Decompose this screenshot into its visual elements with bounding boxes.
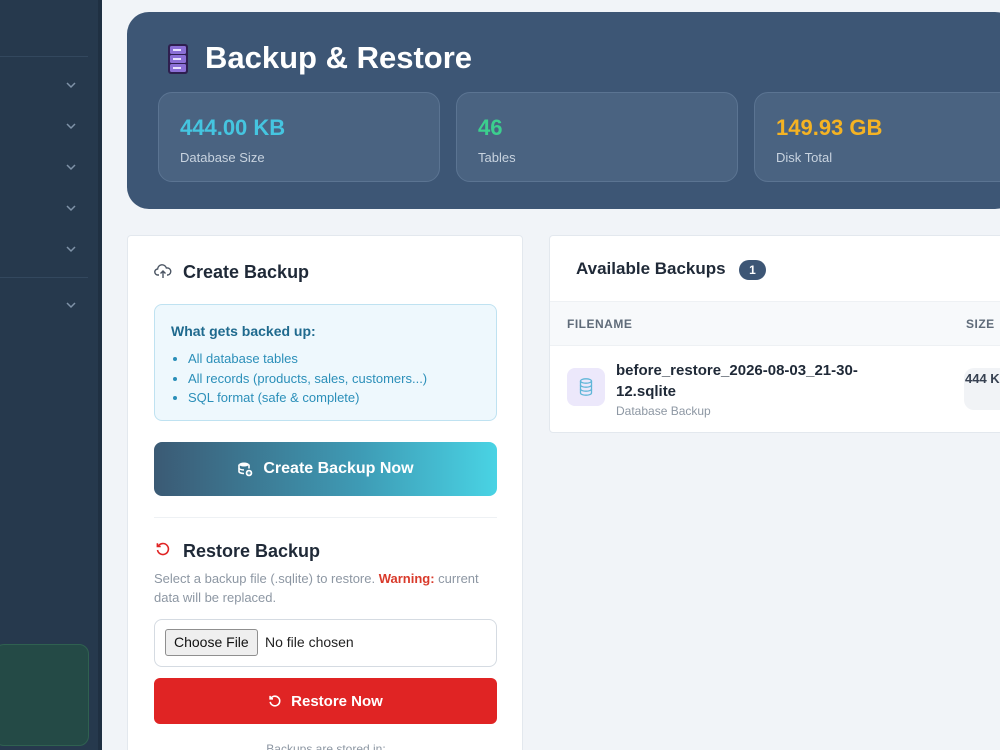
restore-description: Select a backup file (.sqlite) to restor… [154, 569, 500, 607]
page-title: Backup & Restore [205, 40, 473, 75]
stat-card-tables: 46 Tables [456, 92, 738, 182]
sidebar-divider [0, 56, 88, 57]
backup-actions-card: Create Backup What gets backed up: All d… [127, 235, 523, 750]
backup-size: 444 KB [964, 368, 1000, 410]
stat-value: 46 [478, 115, 503, 140]
chevron-down-icon[interactable] [64, 298, 78, 312]
file-icon-wrapper [567, 368, 605, 406]
cloud-upload-icon [154, 264, 172, 278]
restore-backup-title: Restore Backup [183, 541, 321, 561]
sidebar-divider [0, 277, 88, 278]
column-header-filename[interactable]: FILENAME [567, 317, 632, 331]
backup-type: Database Backup [616, 404, 711, 418]
database-add-icon [238, 462, 253, 477]
backup-file-input[interactable]: Choose File No file chosen [154, 619, 497, 667]
section-divider [154, 517, 497, 518]
chevron-down-icon[interactable] [64, 119, 78, 133]
chevron-down-icon[interactable] [64, 160, 78, 174]
create-backup-button[interactable]: Create Backup Now [154, 442, 497, 496]
page-header: Backup & Restore 444.00 KB Database Size… [127, 12, 1000, 209]
available-backups-title: Available Backups [576, 259, 726, 278]
restore-now-button[interactable]: Restore Now [154, 678, 497, 724]
restore-warning-label: Warning: [378, 571, 435, 586]
backup-filename: before_restore_2026-08-03_21-30-12.sqlit… [616, 362, 858, 400]
storage-location-note: Backups are stored in: [266, 742, 386, 750]
table-row[interactable]: before_restore_2026-08-03_21-30-12.sqlit… [550, 346, 1000, 434]
column-header-size[interactable]: SIZE [966, 317, 995, 331]
info-list: All database tables All records (product… [188, 349, 427, 408]
create-backup-title: Create Backup [183, 262, 310, 282]
sidebar-edge [98, 0, 102, 750]
restore-icon [156, 542, 170, 556]
chevron-down-icon[interactable] [64, 242, 78, 256]
chevron-down-icon[interactable] [64, 78, 78, 92]
stat-label: Disk Total [776, 150, 833, 165]
restore-desc-text: Select a backup file (.sqlite) to restor… [154, 571, 379, 586]
stat-card-database-size: 444.00 KB Database Size [158, 92, 440, 182]
restore-now-label: Restore Now [291, 692, 383, 710]
info-list-item: All database tables [188, 349, 427, 369]
stat-value: 149.93 GB [776, 115, 883, 140]
file-status-text: No file chosen [265, 634, 354, 650]
stat-label: Database Size [180, 150, 265, 165]
restore-icon [269, 695, 281, 707]
server-icon [168, 44, 188, 74]
backup-count-badge: 1 [739, 260, 766, 280]
sidebar-status-panel [0, 644, 89, 746]
info-list-item: All records (products, sales, customers.… [188, 369, 427, 389]
available-backups-card: Available Backups 1 FILENAME SIZE before… [549, 235, 1000, 433]
stat-card-disk-total: 149.93 GB Disk Total [754, 92, 1000, 182]
table-header: FILENAME SIZE [550, 301, 1000, 346]
sidebar [0, 0, 102, 750]
info-box-title: What gets backed up: [171, 323, 316, 339]
choose-file-button[interactable]: Choose File [165, 629, 258, 656]
info-list-item: SQL format (safe & complete) [188, 388, 427, 408]
database-icon [579, 378, 593, 396]
stat-value: 444.00 KB [180, 115, 286, 140]
create-backup-label: Create Backup Now [263, 460, 414, 477]
stat-label: Tables [478, 150, 516, 165]
backup-info-box: What gets backed up: All database tables… [154, 304, 497, 421]
chevron-down-icon[interactable] [64, 201, 78, 215]
